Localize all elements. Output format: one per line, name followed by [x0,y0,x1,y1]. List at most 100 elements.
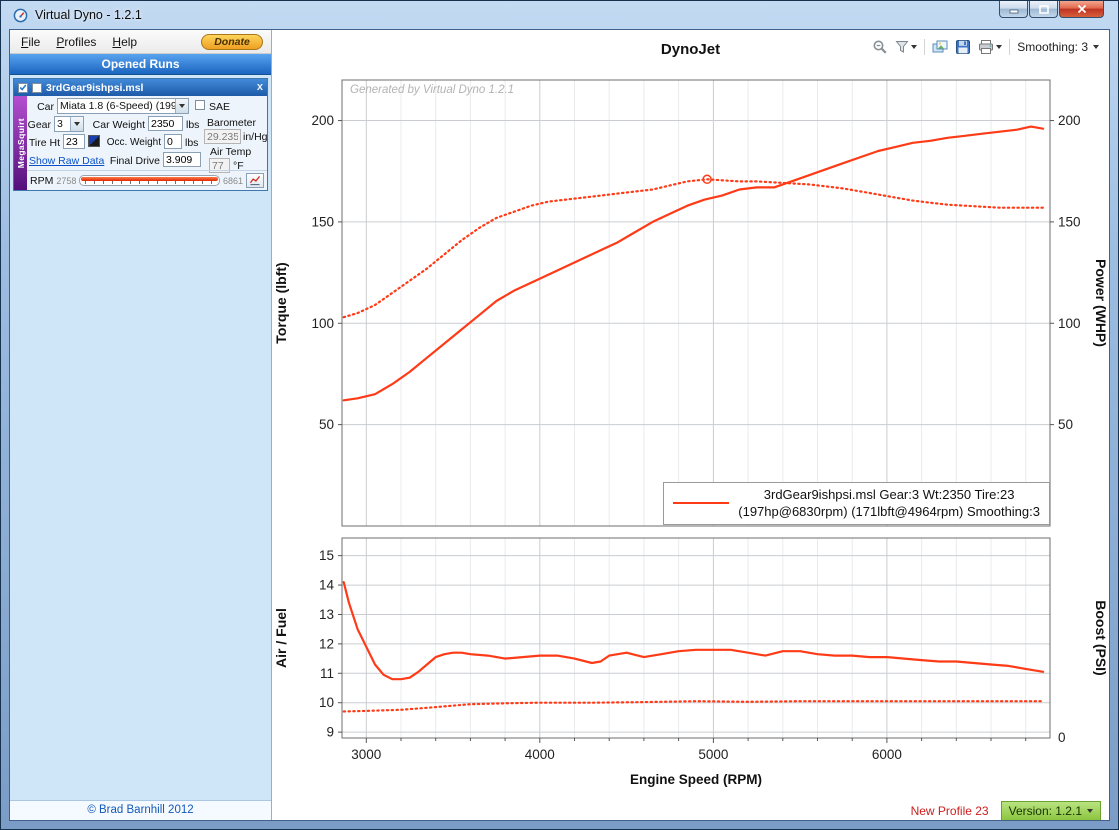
svg-text:100: 100 [311,316,334,331]
smoothing-dropdown[interactable]: Smoothing: 3 [1017,40,1099,54]
gear-select[interactable]: 3 [54,116,84,132]
run-panel-header[interactable]: 3rdGear9ishpsi.msl x [14,79,267,96]
svg-text:4000: 4000 [525,747,555,762]
occ-weight-unit: lbs [185,137,198,149]
titlebar[interactable]: Virtual Dyno - 1.2.1 [1,1,1118,29]
profile-selector[interactable]: New Profile 23 [911,804,989,818]
megasquirt-strip: MegaSquirt [14,96,27,190]
toolbar-separator [1009,39,1010,55]
app-window: Virtual Dyno - 1.2.1 File Profiles Help … [0,0,1119,830]
left-axis-title: Air / Fuel [273,608,289,668]
svg-text:50: 50 [1058,417,1073,432]
afr-boost-chart[interactable]: 910111213141503000400050006000Engine Spe… [272,532,1109,800]
rpm-slider-ticks [85,181,214,184]
sidebar: File Profiles Help Donate Opened Runs 3r… [10,30,272,820]
run-panel: 3rdGear9ishpsi.msl x MegaSquirt Car Miat… [13,78,268,191]
svg-text:0: 0 [1058,730,1066,745]
rpm-range-slider[interactable] [79,175,220,186]
chevron-down-icon [1093,45,1099,49]
car-label: Car [27,101,54,113]
chevron-down-icon [175,99,188,113]
power-whp-curve [344,127,1043,401]
svg-text:200: 200 [1058,113,1081,128]
svg-text:9: 9 [326,725,334,740]
sae-label: SAE [209,101,230,113]
legend-line-sample [673,502,729,504]
filter-button[interactable] [895,40,917,54]
app-icon [13,8,28,23]
car-select-value: Miata 1.8 (6-Speed) (1999-2 [58,99,175,113]
rpm-range-row: RPM 2758 6861 [27,170,267,190]
final-drive-label: Final Drive [103,155,160,167]
save-button[interactable] [955,39,971,55]
chevron-down-icon [911,45,917,49]
svg-text:150: 150 [311,214,334,229]
svg-text:12: 12 [319,636,334,651]
car-weight-input[interactable] [148,116,183,131]
svg-text:14: 14 [319,578,335,593]
menubar: File Profiles Help Donate [10,30,271,54]
rpm-label: RPM [30,175,53,187]
final-drive-input[interactable] [163,152,201,167]
dyno-chart[interactable]: 5050100100150150200200Torque (lbft)Power… [272,66,1109,532]
opened-runs-header: Opened Runs [10,54,271,75]
svg-text:11: 11 [320,666,334,681]
right-axis-title: Power (WHP) [1093,259,1108,347]
images-icon [932,39,948,55]
funnel-icon [895,40,909,54]
left-axis-title: Torque (lbft) [273,262,289,343]
svg-text:15: 15 [319,548,334,563]
close-button[interactable] [1059,1,1104,18]
menu-help[interactable]: Help [105,32,144,52]
car-weight-label: Car Weight [85,119,145,131]
menu-file[interactable]: File [14,32,47,52]
check-icon [19,83,27,92]
tire-ht-input[interactable] [63,134,85,149]
menu-profiles[interactable]: Profiles [49,32,103,52]
chevron-down-icon [996,45,1002,49]
version-selector[interactable]: Version: 1.2.1 [1001,801,1101,821]
printer-icon [978,39,994,55]
afr-boost-chart-svg: 910111213141503000400050006000Engine Spe… [272,532,1108,800]
graph-button[interactable] [246,173,264,188]
occ-weight-label: Occ. Weight [101,137,161,148]
print-button[interactable] [978,39,1002,55]
legend-line2: (197hp@6830rpm) (171lbft@4964rpm) Smooth… [738,503,1040,521]
air-fuel-curve [344,582,1043,679]
minimize-button[interactable] [999,1,1028,18]
megasquirt-label: MegaSquirt [16,118,26,168]
watermark: Generated by Virtual Dyno 1.2.1 [350,84,514,96]
zoom-button[interactable] [872,39,888,55]
rpm-max-value: 6861 [223,176,243,186]
legend-line1: 3rdGear9ishpsi.msl Gear:3 Wt:2350 Tire:2… [738,486,1040,504]
svg-text:13: 13 [319,607,334,622]
svg-text:200: 200 [311,113,334,128]
mini-chart-icon [249,175,261,186]
statusbar: New Profile 23 Version: 1.2.1 [272,800,1109,821]
show-raw-data-link[interactable]: Show Raw Data [29,155,104,167]
run-settings: Car Miata 1.8 (6-Speed) (1999-2 SAE Baro… [27,96,267,190]
run-visible-checkbox[interactable] [18,83,28,93]
donate-button[interactable]: Donate [201,34,263,50]
tire-ht-label: Tire Ht [27,137,60,149]
chart-header: DynoJet Smoothing: 3 [272,30,1109,66]
barometer-unit: in/Hg [243,131,268,143]
run-close-button[interactable]: x [257,82,263,93]
chevron-down-icon [70,117,83,131]
car-select[interactable]: Miata 1.8 (6-Speed) (1999-2 [57,98,189,114]
copyright: © Brad Barnhill 2012 [10,800,271,820]
svg-text:3000: 3000 [351,747,381,762]
air-temp-label: Air Temp [210,146,251,158]
maximize-button[interactable] [1029,1,1058,18]
legend: 3rdGear9ishpsi.msl Gear:3 Wt:2350 Tire:2… [663,482,1050,525]
run-compare-checkbox[interactable] [32,83,42,93]
copy-image-button[interactable] [932,39,948,55]
magnifier-icon [872,39,888,55]
barometer-input[interactable] [204,129,241,144]
sae-checkbox[interactable] [195,100,205,110]
line-color-picker[interactable] [88,135,100,147]
svg-text:150: 150 [1058,214,1081,229]
occ-weight-input[interactable] [164,134,182,149]
barometer-label: Barometer [207,117,256,129]
svg-text:6000: 6000 [872,747,902,762]
